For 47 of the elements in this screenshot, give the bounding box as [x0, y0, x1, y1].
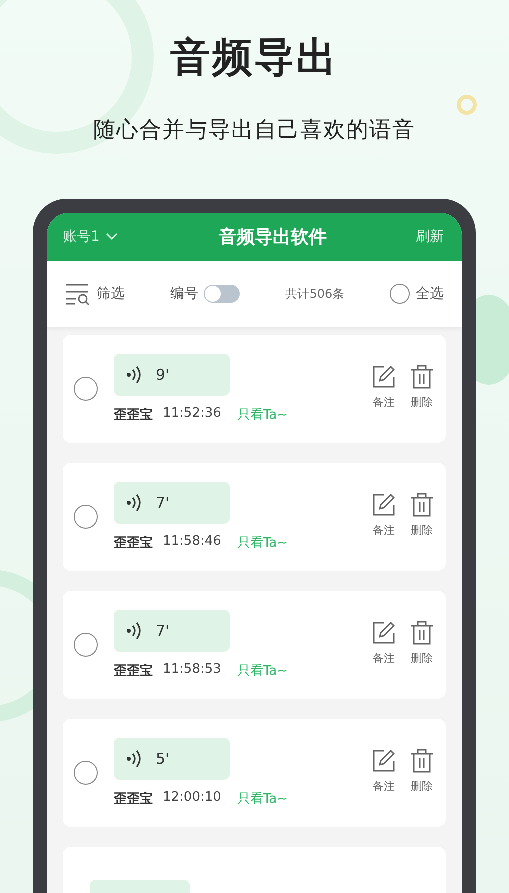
sound-wave-icon [126, 365, 144, 385]
trash-icon [410, 364, 434, 388]
decorative-ring [457, 95, 477, 115]
delete-button[interactable]: 删除 [410, 620, 434, 666]
total-count: 共计506条 [286, 286, 345, 302]
note-button[interactable]: 备注 [372, 620, 396, 666]
sound-wave-icon [126, 621, 144, 641]
filter-icon [65, 283, 91, 305]
sender-name: 歪歪宝 [114, 534, 153, 552]
select-radio[interactable] [74, 377, 98, 401]
edit-icon [372, 364, 396, 388]
select-radio[interactable] [74, 633, 98, 657]
select-all-button[interactable]: 全选 [390, 284, 444, 304]
chevron-down-icon [106, 233, 118, 241]
delete-button[interactable]: 删除 [410, 748, 434, 794]
trash-icon [410, 492, 434, 516]
sound-wave-icon [126, 749, 144, 769]
headline: 音频导出 [170, 34, 338, 83]
note-button[interactable]: 备注 [372, 748, 396, 794]
sender-name: 歪歪宝 [114, 790, 153, 808]
message-time: 12:00:10 [163, 790, 222, 807]
message-time: 11:52:36 [163, 406, 222, 423]
numbering-toggle[interactable] [204, 285, 240, 303]
edit-icon [372, 748, 396, 772]
sound-wave-icon [126, 493, 144, 513]
note-button[interactable]: 备注 [372, 492, 396, 538]
message-time: 11:58:46 [163, 534, 222, 551]
trash-icon [410, 620, 434, 644]
numbering-label: 编号 [170, 285, 198, 303]
sender-name: 歪歪宝 [114, 406, 153, 424]
select-radio[interactable] [74, 761, 98, 785]
sender-name: 歪歪宝 [114, 662, 153, 680]
delete-button[interactable]: 删除 [410, 492, 434, 538]
edit-icon [372, 492, 396, 516]
voice-bubble[interactable]: 9' [114, 354, 230, 396]
edit-icon [372, 620, 396, 644]
voice-bubble[interactable]: 7' [114, 482, 230, 524]
voice-bubble[interactable]: 7' [114, 610, 230, 652]
voice-bubble[interactable]: 5' [114, 738, 230, 780]
app-title: 音频导出软件 [218, 226, 327, 249]
trash-icon [410, 748, 434, 772]
subtitle: 随心合并与导出自己喜欢的语音 [94, 117, 416, 145]
filter-button[interactable]: 筛选 [65, 283, 125, 305]
select-radio[interactable] [74, 505, 98, 529]
note-button[interactable]: 备注 [372, 364, 396, 410]
delete-button[interactable]: 删除 [410, 364, 434, 410]
message-time: 11:58:53 [163, 662, 222, 679]
